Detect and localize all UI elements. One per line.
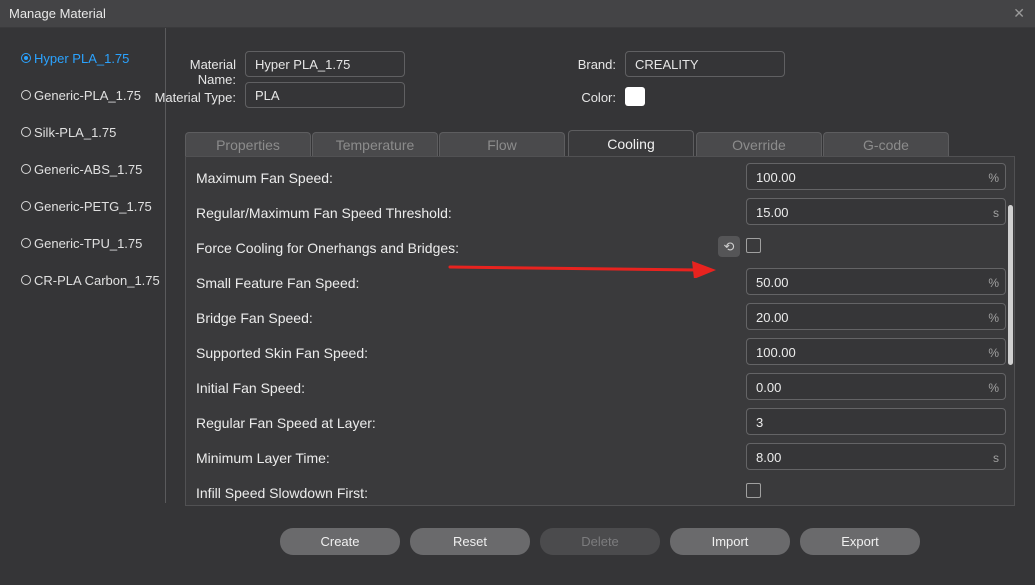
tab-gcode[interactable]: G-code: [823, 132, 949, 156]
unit-label: %: [988, 311, 999, 325]
setting-row: Initial Fan Speed: 0.00 %: [186, 369, 1006, 404]
material-item-label: Generic-PETG_1.75: [34, 198, 152, 214]
material-item-generic-abs[interactable]: Generic-ABS_1.75: [21, 159, 142, 179]
radio-icon[interactable]: [21, 201, 31, 211]
input-value: 50.00: [756, 275, 789, 290]
setting-row: Maximum Fan Speed: 100.00 %: [186, 159, 1006, 194]
radio-icon[interactable]: [21, 275, 31, 285]
minimum-layer-time-input[interactable]: 8.00 s: [746, 443, 1006, 470]
material-item-generic-petg[interactable]: Generic-PETG_1.75: [21, 196, 152, 216]
material-type-label: Material Type:: [154, 90, 236, 105]
title-bar: Manage Material ✕: [0, 0, 1035, 28]
infill-slowdown-checkbox[interactable]: [746, 483, 761, 498]
annotation-arrow: [448, 261, 716, 278]
setting-row: Bridge Fan Speed: 20.00 %: [186, 299, 1006, 334]
setting-label: Small Feature Fan Speed:: [196, 275, 360, 291]
delete-button[interactable]: Delete: [540, 528, 660, 555]
tab-override[interactable]: Override: [696, 132, 822, 156]
setting-label: Maximum Fan Speed:: [196, 170, 333, 186]
material-item-hyper-pla[interactable]: Hyper PLA_1.75: [21, 48, 129, 68]
brand-label: Brand:: [577, 57, 616, 72]
unit-label: %: [988, 381, 999, 395]
manage-material-window: Hyper PLA_1.75 Generic-PLA_1.75 Silk-PLA…: [0, 28, 1035, 585]
bridge-fan-speed-input[interactable]: 20.00 %: [746, 303, 1006, 330]
setting-row: Regular/Maximum Fan Speed Threshold: 15.…: [186, 194, 1006, 229]
material-item-label: Hyper PLA_1.75: [34, 50, 130, 66]
tab-temperature[interactable]: Temperature: [312, 132, 438, 156]
setting-label: Infill Speed Slowdown First:: [196, 485, 368, 501]
material-name-field[interactable]: Hyper PLA_1.75: [245, 51, 405, 77]
material-item-label: Silk-PLA_1.75: [34, 124, 117, 140]
unit-label: s: [993, 451, 999, 465]
input-value: 0.00: [756, 380, 782, 395]
radio-icon[interactable]: [21, 238, 31, 248]
radio-icon[interactable]: [21, 127, 31, 137]
input-value: 100.00: [756, 345, 796, 360]
window-title: Manage Material: [9, 6, 106, 21]
material-item-cr-pla-carbon[interactable]: CR-PLA Carbon_1.75: [21, 270, 160, 290]
radio-icon[interactable]: [21, 53, 31, 63]
material-list: Hyper PLA_1.75 Generic-PLA_1.75 Silk-PLA…: [0, 28, 166, 503]
material-item-label: Generic-ABS_1.75: [34, 161, 143, 177]
material-item-label: Generic-PLA_1.75: [34, 87, 141, 103]
material-type-field[interactable]: PLA: [245, 82, 405, 108]
radio-icon[interactable]: [21, 90, 31, 100]
radio-icon[interactable]: [21, 164, 31, 174]
setting-row: Infill Speed Slowdown First:: [186, 474, 1006, 505]
setting-row: Supported Skin Fan Speed: 100.00 %: [186, 334, 1006, 369]
material-item-generic-pla[interactable]: Generic-PLA_1.75: [21, 85, 141, 105]
material-item-label: CR-PLA Carbon_1.75: [34, 272, 160, 288]
import-button[interactable]: Import: [670, 528, 790, 555]
input-value: 8.00: [756, 450, 782, 465]
small-feature-fan-speed-input[interactable]: 50.00 %: [746, 268, 1006, 295]
setting-label: Regular/Maximum Fan Speed Threshold:: [196, 205, 452, 221]
scrollbar-thumb[interactable]: [1008, 205, 1013, 365]
setting-label: Bridge Fan Speed:: [196, 310, 313, 326]
force-cooling-checkbox[interactable]: [746, 238, 761, 253]
setting-row: Regular Fan Speed at Layer: 3: [186, 404, 1006, 439]
unit-label: %: [988, 346, 999, 360]
color-swatch[interactable]: [625, 87, 645, 106]
export-button[interactable]: Export: [800, 528, 920, 555]
fan-speed-threshold-input[interactable]: 15.00 s: [746, 198, 1006, 225]
close-icon[interactable]: ✕: [1013, 5, 1025, 22]
input-value: 20.00: [756, 310, 789, 325]
material-item-label: Generic-TPU_1.75: [34, 235, 143, 251]
undo-icon[interactable]: ⟲: [718, 236, 740, 257]
setting-label: Force Cooling for Onerhangs and Bridges:: [196, 240, 460, 256]
setting-label: Regular Fan Speed at Layer:: [196, 415, 376, 431]
tab-flow[interactable]: Flow: [439, 132, 565, 156]
brand-field[interactable]: CREALITY: [625, 51, 785, 77]
input-value: 3: [756, 415, 764, 430]
reset-button[interactable]: Reset: [410, 528, 530, 555]
supported-skin-fan-speed-input[interactable]: 100.00 %: [746, 338, 1006, 365]
input-value: 100.00: [756, 170, 796, 185]
input-value: 15.00: [756, 205, 789, 220]
material-item-generic-tpu[interactable]: Generic-TPU_1.75: [21, 233, 142, 253]
cooling-panel: Maximum Fan Speed: 100.00 % Regular/Maxi…: [185, 156, 1015, 506]
setting-label: Initial Fan Speed:: [196, 380, 305, 396]
initial-fan-speed-input[interactable]: 0.00 %: [746, 373, 1006, 400]
tab-cooling[interactable]: Cooling: [568, 130, 694, 156]
setting-row: Minimum Layer Time: 8.00 s: [186, 439, 1006, 474]
color-label: Color:: [581, 90, 616, 105]
material-name-label: Material Name:: [189, 57, 236, 87]
unit-label: %: [988, 276, 999, 290]
max-fan-speed-input[interactable]: 100.00 %: [746, 163, 1006, 190]
setting-label: Minimum Layer Time:: [196, 450, 330, 466]
setting-label: Supported Skin Fan Speed:: [196, 345, 369, 361]
tab-properties[interactable]: Properties: [185, 132, 311, 156]
unit-label: s: [993, 206, 999, 220]
material-item-silk-pla[interactable]: Silk-PLA_1.75: [21, 122, 116, 142]
unit-label: %: [988, 171, 999, 185]
regular-fan-speed-layer-input[interactable]: 3: [746, 408, 1006, 435]
create-button[interactable]: Create: [280, 528, 400, 555]
scrollbar[interactable]: [1007, 158, 1015, 504]
